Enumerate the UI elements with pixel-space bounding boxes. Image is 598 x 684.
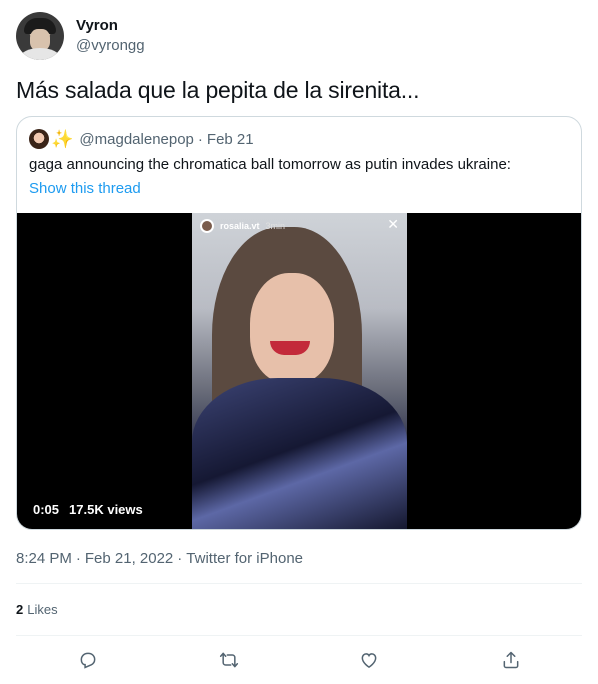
likes-link[interactable]: 2 Likes	[16, 602, 58, 618]
separator-dot: ·	[177, 550, 183, 567]
author-names: Vyron @vyrongg	[76, 16, 145, 56]
divider	[16, 635, 582, 636]
reply-icon	[80, 652, 96, 669]
tweet-time[interactable]: 8:24 PM	[16, 549, 72, 569]
author-display-name[interactable]: Vyron	[76, 16, 145, 36]
retweet-icon	[219, 652, 239, 668]
sparkles-icon: ✨	[51, 129, 74, 149]
quoted-avatar[interactable]	[29, 129, 49, 149]
separator-dot: ·	[75, 550, 81, 567]
tweet-source[interactable]: Twitter for iPhone	[186, 549, 303, 569]
story-overlay: rosalia.vt 3min	[200, 219, 285, 233]
quoted-handle[interactable]: @magdalenepop	[79, 131, 193, 148]
separator-dot: ·	[197, 130, 203, 148]
tweet-author[interactable]: Vyron @vyrongg	[16, 11, 145, 61]
video-frame: rosalia.vt 3min ✕	[192, 213, 407, 529]
retweet-button[interactable]	[217, 648, 241, 672]
like-button[interactable]	[357, 648, 381, 672]
reply-button[interactable]	[76, 648, 100, 672]
likes-count: 2	[16, 602, 24, 617]
video-stats: 0:05 17.5K views	[33, 502, 143, 517]
story-time: 3min	[265, 221, 286, 231]
tweet-date[interactable]: Feb 21, 2022	[85, 549, 173, 569]
tweet-text: Más salada que la pepita de la sirenita.…	[16, 77, 420, 103]
video-duration: 0:05	[33, 502, 60, 517]
video-player[interactable]: rosalia.vt 3min ✕ 0:05 17.5K views	[17, 213, 581, 529]
author-handle[interactable]: @vyrongg	[76, 36, 145, 56]
tweet-meta: 8:24 PM · Feb 21, 2022 · Twitter for iPh…	[16, 549, 303, 569]
story-username: rosalia.vt	[220, 221, 260, 231]
action-bar	[0, 648, 598, 674]
share-icon	[503, 651, 519, 669]
show-thread-link[interactable]: Show this thread	[29, 179, 141, 199]
quoted-text: gaga announcing the chromatica ball tomo…	[29, 156, 511, 173]
story-avatar	[200, 219, 214, 233]
quoted-tweet[interactable]: ✨ @magdalenepop · Feb 21 gaga announcing…	[16, 116, 582, 530]
quoted-tweet-header: ✨ @magdalenepop · Feb 21	[29, 129, 254, 149]
video-views: 17.5K views	[69, 502, 143, 517]
share-button[interactable]	[499, 648, 523, 672]
quoted-date[interactable]: Feb 21	[207, 131, 254, 148]
like-icon	[361, 653, 377, 668]
avatar[interactable]	[16, 12, 64, 60]
story-close-icon: ✕	[387, 216, 399, 232]
divider	[16, 583, 582, 584]
likes-label: Likes	[27, 602, 58, 617]
